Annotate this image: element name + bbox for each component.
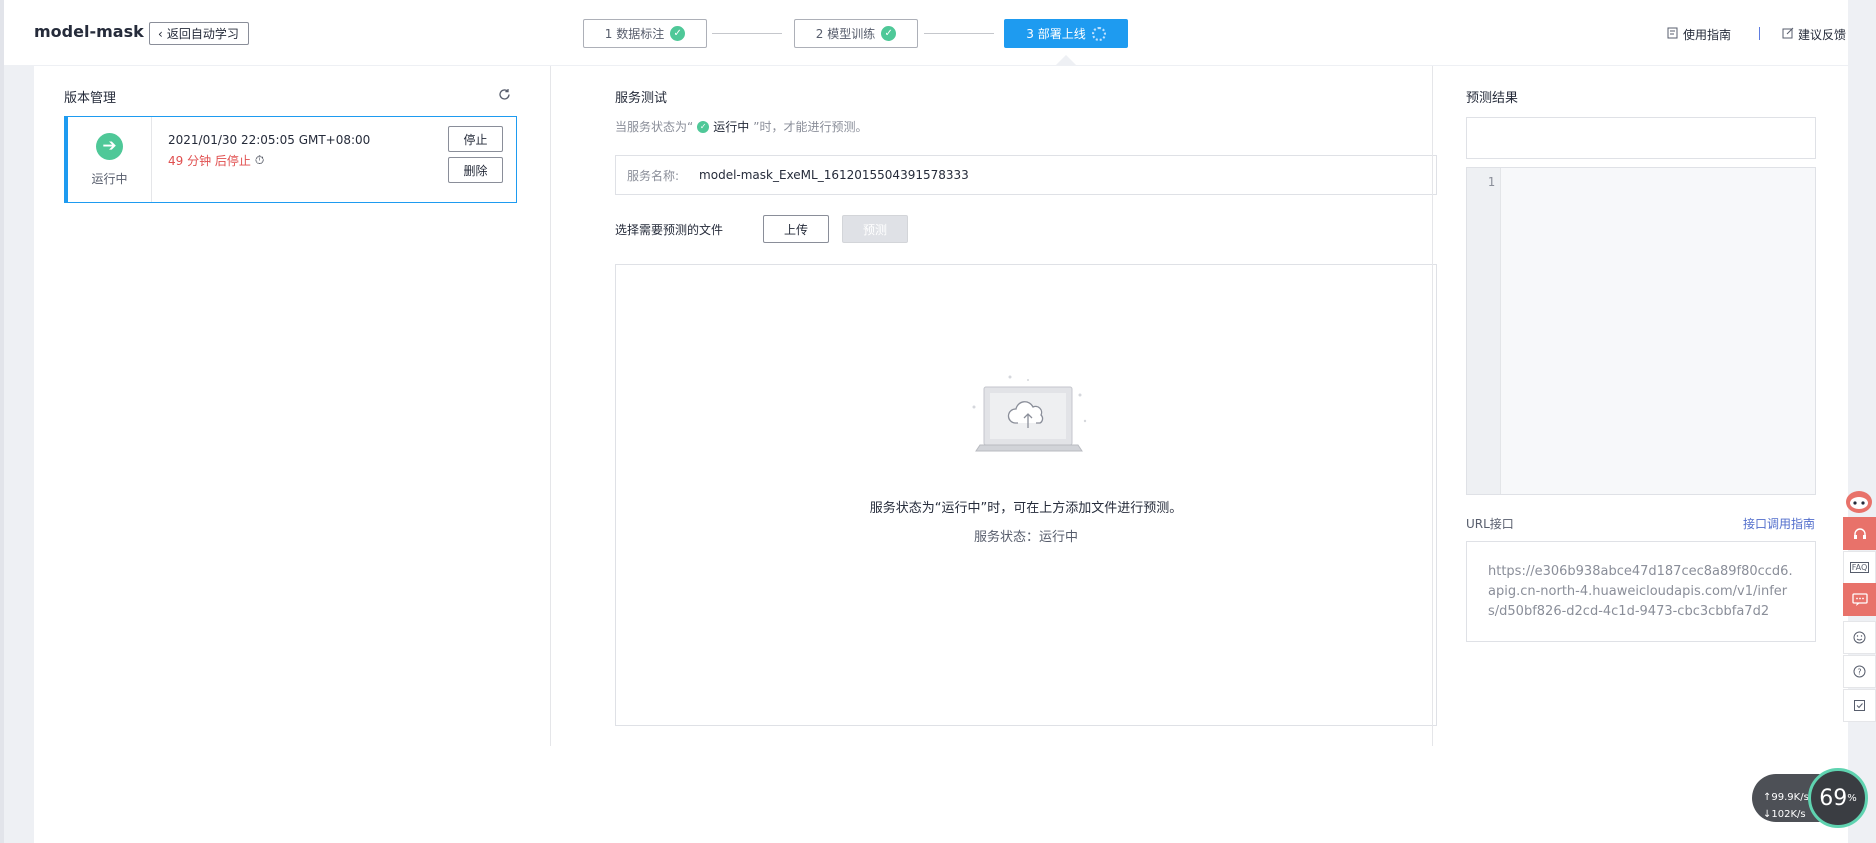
alarm-clock-icon[interactable]: ⏱ (255, 153, 264, 168)
step-label: 2 模型训练 (815, 27, 876, 41)
delete-button[interactable]: 删除 (448, 157, 503, 183)
back-to-automl-button[interactable]: ‹ 返回自动学习 (149, 22, 249, 45)
help-question-icon[interactable]: ? (1843, 655, 1876, 688)
check-circle-icon: ✓ (881, 26, 897, 41)
svg-text:?: ? (1857, 668, 1861, 677)
feedback-link[interactable]: 建议反馈 (1782, 26, 1846, 43)
refresh-icon[interactable] (498, 88, 512, 102)
url-interface-value: https://e306b938abce47d187cec8a89f80ccd6… (1466, 541, 1816, 642)
version-card[interactable]: ➔ 运行中 2021/01/30 22:05:05 GMT+08:00 49 分… (64, 116, 517, 203)
code-gutter: 1 (1467, 168, 1501, 494)
smiley-feedback-icon[interactable] (1843, 621, 1876, 654)
version-timestamp: 2021/01/30 22:05:05 GMT+08:00 (168, 133, 371, 147)
usage-percent: 69 (1819, 785, 1848, 811)
hint-status: 运行中 (713, 120, 750, 134)
column-divider (550, 66, 551, 746)
stop-countdown: 49 分钟 后停止 ⏱ (168, 152, 264, 169)
api-call-guide-link[interactable]: 接口调用指南 (1743, 515, 1815, 532)
file-drop-area[interactable]: 服务状态为“运行中”时，可在上方添加文件进行预测。 服务状态：运行中 (615, 264, 1437, 726)
step-label: 1 数据标注 (604, 27, 665, 41)
upload-speed: ↑99.9K/s (1763, 792, 1809, 803)
feedback-edit-icon (1782, 27, 1794, 42)
step-connector (712, 33, 782, 34)
faq-label: FAQ (1849, 562, 1870, 573)
countdown-text: 49 分钟 后停止 (168, 154, 251, 168)
robot-assistant-icon[interactable] (1844, 487, 1874, 515)
top-header: model-mask ‹ 返回自动学习 1 数据标注 ✓ 2 模型训练 ✓ 3 … (4, 0, 1848, 66)
upload-button[interactable]: 上传 (763, 215, 829, 243)
hint-suffix: ”时，才能进行预测。 (753, 120, 868, 134)
result-code-editor[interactable]: 1 (1466, 167, 1816, 495)
arrow-right-circle-icon: ➔ (96, 132, 123, 160)
step-connector (924, 33, 994, 34)
header-divider (1759, 27, 1760, 40)
check-circle-icon: ✓ (697, 120, 710, 133)
service-name-label: 服务名称: (627, 168, 680, 183)
version-management-title: 版本管理 (64, 91, 117, 106)
chat-message-icon[interactable] (1843, 583, 1876, 616)
faq-icon[interactable]: FAQ (1843, 551, 1876, 584)
select-file-label: 选择需要预测的文件 (615, 223, 724, 237)
stop-button[interactable]: 停止 (448, 126, 503, 152)
prediction-result-title: 预测结果 (1466, 91, 1519, 106)
predict-button: 预测 (842, 215, 908, 243)
edit-note-icon (1667, 27, 1679, 42)
loading-spinner-icon (1091, 26, 1106, 41)
network-speed-widget[interactable]: ↑99.9K/s ↓102K/s 69% (1752, 768, 1870, 830)
check-circle-icon: ✓ (670, 26, 686, 41)
customer-service-headset-icon[interactable] (1843, 517, 1876, 550)
main-content: 版本管理 ➔ 运行中 2021/01/30 22:05:05 GMT+08:00… (34, 66, 1848, 843)
download-speed: ↓102K/s (1763, 809, 1806, 820)
line-number: 1 (1487, 175, 1495, 189)
service-test-title: 服务测试 (615, 91, 668, 106)
active-step-pointer (1055, 55, 1077, 66)
page-title: model-mask (34, 22, 144, 41)
service-status-hint: 当服务状态为“ ✓ 运行中 ”时，才能进行预测。 (615, 118, 867, 135)
step-data-labeling[interactable]: 1 数据标注 ✓ (583, 19, 707, 48)
step-deploy-online[interactable]: 3 部署上线 (1004, 19, 1128, 48)
service-name-value: model-mask_ExeML_1612015504391578333 (699, 168, 969, 182)
result-file-field[interactable] (1466, 117, 1816, 159)
usage-gauge: 69% (1808, 768, 1868, 828)
column-divider (1432, 66, 1433, 746)
service-name-field: 服务名称: model-mask_ExeML_16120155043915783… (615, 155, 1437, 195)
drop-area-message: 服务状态为“运行中”时，可在上方添加文件进行预测。 (869, 501, 1183, 516)
step-label: 3 部署上线 (1026, 27, 1086, 41)
feedback-label: 建议反馈 (1798, 28, 1847, 42)
left-edge-strip (0, 0, 4, 843)
laptop-cloud-upload-icon (972, 375, 1087, 452)
version-status: ➔ 运行中 (68, 117, 152, 202)
version-status-label: 运行中 (91, 171, 128, 186)
back-button-label: 返回自动学习 (166, 27, 239, 41)
user-guide-link[interactable]: 使用指南 (1667, 26, 1731, 43)
url-interface-label: URL接口 (1466, 517, 1514, 531)
drop-area-service-status: 服务状态：运行中 (973, 530, 1078, 545)
usage-percent-unit: % (1847, 792, 1857, 804)
user-guide-label: 使用指南 (1683, 28, 1732, 42)
hint-prefix: 当服务状态为“ (615, 120, 694, 134)
step-model-training[interactable]: 2 模型训练 ✓ (794, 19, 918, 48)
checklist-edit-icon[interactable] (1843, 689, 1876, 722)
chevron-left-icon: ‹ (158, 26, 163, 41)
